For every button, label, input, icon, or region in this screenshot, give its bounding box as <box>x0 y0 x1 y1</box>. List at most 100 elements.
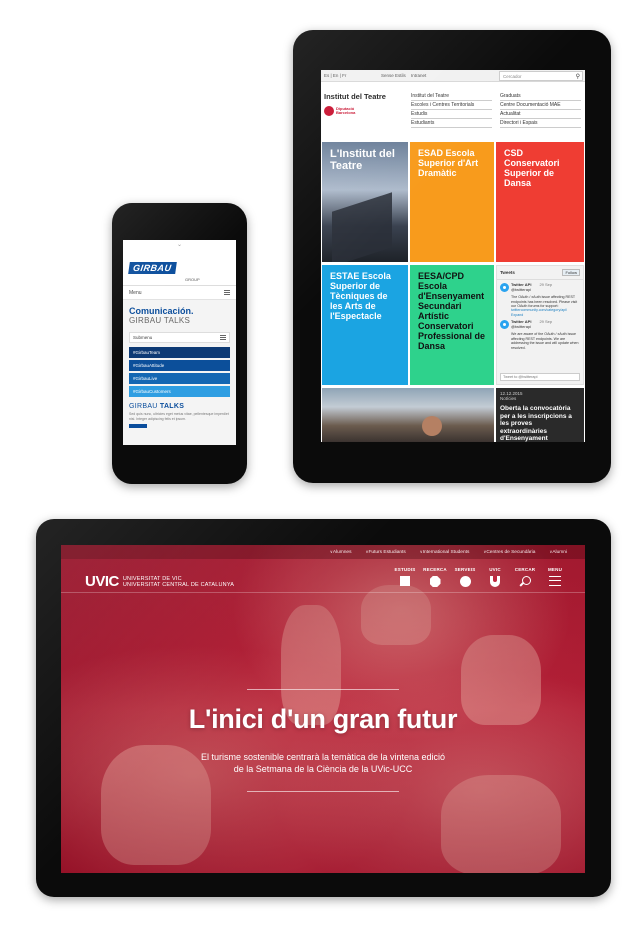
girbau-logo[interactable]: GIRBAU <box>128 262 177 274</box>
talks-word: TALKS <box>159 403 185 410</box>
news-date: 12.12.2015 <box>500 391 523 396</box>
tweet-link[interactable]: twittercommunity.com/category/api/ <box>511 308 567 312</box>
nav-estudiants[interactable]: Estudiants <box>411 119 492 128</box>
twitter-bird-icon <box>500 283 509 292</box>
hero-rule-bottom <box>247 791 399 792</box>
tablet-top-bar: Es | En | Fr Sense Estils Intranet Cerca… <box>321 70 585 82</box>
phone-top-chevron-icon[interactable]: ⌄ <box>123 240 236 250</box>
phone-tag-list: #GirbauTeam #GirbauAttitude #GirbauLive … <box>123 347 236 397</box>
tweet-date: 29 Sep <box>539 319 553 325</box>
phone-device: ⌄ GIRBAU GROUP Menu Comunicación. GIRBAU… <box>112 203 247 484</box>
tag-girbau-live[interactable]: #GirbauLive <box>129 373 230 384</box>
nav-estudis[interactable]: ESTUDIS <box>395 567 415 587</box>
nav-serveis[interactable]: SERVEIS <box>455 567 475 587</box>
tile-eesa-title: EESA/CPD Escola d'Ensenyament Secundari … <box>418 271 486 351</box>
news-title: Oberta la convocatòria per a les inscrip… <box>500 405 572 442</box>
nav-menu[interactable]: MENU <box>545 567 565 587</box>
tag-girbau-team[interactable]: #GirbauTeam <box>129 347 230 358</box>
tablet-main-nav: Institut del Teatre Graduats Escoles i C… <box>411 92 581 128</box>
building-photo <box>332 192 392 262</box>
tile-eesa[interactable]: EESA/CPD Escola d'Ensenyament Secundari … <box>410 265 494 385</box>
tablet-tile-grid: L'Institut del Teatre ESAD Escola Superi… <box>322 142 584 442</box>
nav-cercar[interactable]: CERCAR <box>515 567 535 587</box>
tile-institut[interactable]: L'Institut del Teatre <box>322 142 408 262</box>
hamburger-icon <box>224 290 230 295</box>
tweet-item[interactable]: Twitter API 29 Sep @twitterapi <box>497 317 583 332</box>
tile-csd-title: CSD Conservatori Superior de Dansa <box>504 148 560 188</box>
search-icon[interactable]: ⚲ <box>576 73 580 80</box>
phone-page-title: Comunicación. <box>129 306 194 316</box>
nav-directori[interactable]: Directori i Espais <box>500 119 581 128</box>
nav-recerca[interactable]: RECERCA <box>423 567 447 587</box>
follow-button[interactable]: Follow <box>562 269 580 276</box>
twitter-bird-icon <box>500 320 509 330</box>
phone-page-subtitle: GIRBAU TALKS <box>129 316 191 325</box>
language-switcher[interactable]: Es | En | Fr <box>324 73 346 78</box>
tile-institut-title: L'Institut del Teatre <box>330 148 395 172</box>
tablet-device: Es | En | Fr Sense Estils Intranet Cerca… <box>293 30 611 483</box>
square-icon <box>400 576 410 586</box>
tweet-date: 29 Sep <box>539 282 553 287</box>
tile-csd[interactable]: CSD Conservatori Superior de Dansa <box>496 142 584 262</box>
hero-subtitle[interactable]: El turisme sostenible centrarà la temàti… <box>61 751 585 775</box>
tile-news[interactable]: 12.12.2015 Notícies Oberta la convocatòr… <box>496 388 584 442</box>
tweets-title: Tweets <box>500 270 515 275</box>
nav-estudis[interactable]: Estudis <box>411 110 492 119</box>
uvic-logo-line2: UNIVERSITAT CENTRAL DE CATALUNYA <box>122 581 235 588</box>
diputacio-seal-icon <box>324 106 334 116</box>
phone-body-text: Sed quis nunc, ultricies eget metus vita… <box>129 412 229 421</box>
tweet-item[interactable]: Twitter API 29 Sep @twitterapi <box>497 280 583 295</box>
tweet-text: The OAuth / xAuth issue affecting REST e… <box>511 295 578 317</box>
main-nav: ESTUDIS RECERCA SERVEIS UVIC CERCAR MENU <box>395 567 565 587</box>
search-placeholder: Cercador <box>503 74 522 79</box>
institut-logo[interactable]: Institut del Teatre <box>324 92 386 101</box>
submenu-hamburger-icon <box>220 335 226 340</box>
tweet-expand-link[interactable]: Expand <box>511 313 523 317</box>
tweet-handle: @twitterapi <box>511 323 532 329</box>
search-input[interactable]: Cercador ⚲ <box>499 71 583 81</box>
menu-icon <box>549 576 561 586</box>
phone-logo-row: GIRBAU GROUP <box>123 250 236 286</box>
util-link-alumnes[interactable]: Alumnes <box>330 549 352 555</box>
util-link-futurs[interactable]: Futurs Estudiants <box>366 549 405 555</box>
diputacio-logo[interactable]: Diputació Barcelona <box>324 106 355 116</box>
student-photo <box>422 416 442 436</box>
tablet-screen: Es | En | Fr Sense Estils Intranet Cerca… <box>321 70 585 442</box>
girbau-logo-sub: GROUP <box>185 277 200 282</box>
tweet-text: We are aware of the OAuth / xAuth issue … <box>511 332 579 350</box>
uvic-logo-mark: UVIC <box>85 573 119 590</box>
nav-actualitat[interactable]: Actualitat <box>500 110 581 119</box>
uvic-logo[interactable]: UVIC UNIVERSITAT DE VIC UNIVERSITAT CENT… <box>85 573 234 590</box>
desktop-screen: Alumnes Futurs Estudiants International … <box>61 545 585 873</box>
tweet-handle: @twitterapi <box>511 286 532 292</box>
nav-centre-doc[interactable]: Centre Documentació MAE <box>500 101 581 110</box>
intranet-link[interactable]: Intranet <box>411 73 426 78</box>
sense-estils-link[interactable]: Sense Estils <box>381 73 406 78</box>
diputacio-line2: Barcelona <box>336 110 356 115</box>
tile-esad[interactable]: ESAD Escola Superior d'Art Dramàtic <box>410 142 494 262</box>
phone-submenu-label: Submenu <box>133 335 153 340</box>
phone-submenu[interactable]: Submenu <box>129 332 230 343</box>
girbau-talks-heading: GIRBAU TALKS <box>123 399 236 412</box>
hero-title: L'inici d'un gran futur <box>188 704 458 734</box>
tile-class-photo[interactable] <box>322 388 494 442</box>
talks-brand: GIRBAU <box>129 403 158 410</box>
u-icon <box>490 576 500 587</box>
tablet-header: Institut del Teatre Diputació Barcelona … <box>321 82 585 142</box>
tag-girbau-customers[interactable]: #GirbauCustomers <box>129 386 230 397</box>
tile-estae[interactable]: ESTAE Escola Superior de Tècniques de le… <box>322 265 408 385</box>
util-link-centres[interactable]: Centres de Secundària <box>483 549 535 555</box>
phone-screen: ⌄ GIRBAU GROUP Menu Comunicación. GIRBAU… <box>123 240 236 445</box>
util-link-international[interactable]: International Students <box>420 549 470 555</box>
nav-uvic[interactable]: UVIC <box>485 567 505 587</box>
nav-escoles[interactable]: Escoles i Centres Territorials <box>411 101 492 110</box>
phone-menu-bar[interactable]: Menu <box>123 286 236 300</box>
util-link-alumni[interactable]: Alumni <box>549 549 567 555</box>
nav-graduats[interactable]: Graduats <box>500 92 581 101</box>
octagon-icon <box>429 576 441 587</box>
twitter-widget-header: Tweets Follow <box>497 266 583 280</box>
tag-girbau-attitude[interactable]: #GirbauAttitude <box>129 360 230 371</box>
phone-read-more-button[interactable] <box>129 424 147 428</box>
tweet-input[interactable]: Tweet to @twitterapi <box>500 373 580 381</box>
nav-institut[interactable]: Institut del Teatre <box>411 92 492 101</box>
